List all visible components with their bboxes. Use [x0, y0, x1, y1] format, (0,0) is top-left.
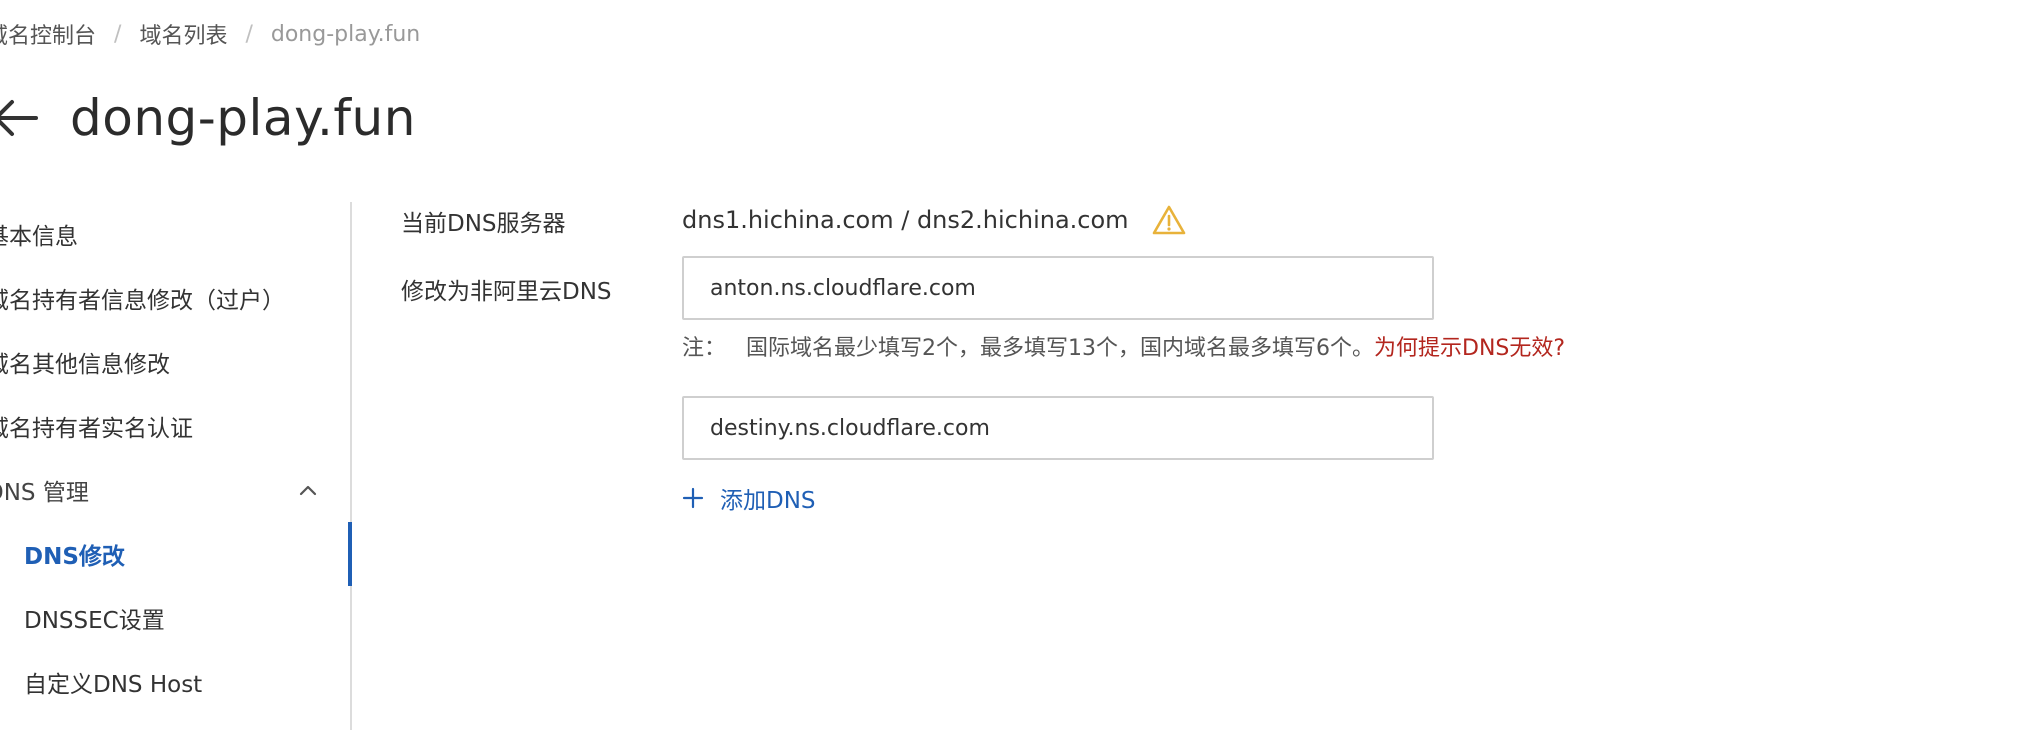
breadcrumb-domain-list[interactable]: 域名列表 — [139, 18, 227, 50]
note-label: 注： — [682, 336, 727, 361]
sidebar-item-basic-info[interactable]: 基本信息 — [0, 214, 78, 254]
note-text: 国际域名最少填写2个，最多填写13个，国内域名最多填写6个。 — [746, 336, 1375, 361]
current-dns-value: dns1.hichina.com / dns2.hichina.com — [682, 206, 1129, 234]
dns-input-2[interactable] — [682, 396, 1434, 460]
sidebar-item-real-name-auth[interactable]: 域名持有者实名认证 — [0, 406, 193, 446]
add-dns-label: 添加DNS — [720, 488, 816, 514]
sidebar-group-dns-management[interactable]: DNS 管理 — [0, 470, 336, 510]
breadcrumb-separator: / — [114, 21, 122, 47]
sidebar-active-indicator — [348, 522, 352, 586]
page-header: dong-play.fun — [0, 78, 416, 158]
plus-icon — [682, 487, 704, 509]
back-button[interactable] — [0, 90, 48, 146]
breadcrumb-domain-console[interactable]: 域名控制台 — [0, 18, 96, 50]
breadcrumb-current-domain: dong-play.fun — [270, 21, 421, 47]
sidebar-item-dns-modify[interactable]: DNS修改 — [24, 534, 125, 574]
page-title: dong-play.fun — [70, 89, 416, 147]
chevron-up-icon — [298, 483, 318, 497]
breadcrumb-separator: / — [245, 21, 253, 47]
sidebar-item-custom-dns-host[interactable]: 自定义DNS Host — [24, 662, 202, 702]
dns-input-1[interactable] — [682, 256, 1434, 320]
current-dns-label: 当前DNS服务器 — [401, 211, 566, 237]
breadcrumb: 域名控制台 / 域名列表 / dong-play.fun — [0, 16, 420, 52]
invalid-dns-help-link[interactable]: 为何提示DNS无效? — [1374, 330, 1565, 362]
sidebar-group-label: DNS 管理 — [0, 480, 89, 506]
sidebar: 基本信息 域名持有者信息修改（过户） 域名其他信息修改 域名持有者实名认证 DN… — [0, 202, 352, 730]
current-dns-value-row: dns1.hichina.com / dns2.hichina.com — [682, 200, 1187, 240]
arrow-left-icon — [0, 100, 38, 136]
dns-note: 注： 国际域名最少填写2个，最多填写13个，国内域名最多填写6个。 为何提示DN… — [682, 328, 1565, 364]
sidebar-item-holder-transfer[interactable]: 域名持有者信息修改（过户） — [0, 278, 285, 318]
modify-dns-label: 修改为非阿里云DNS — [401, 279, 612, 305]
sidebar-item-dnssec-settings[interactable]: DNSSEC设置 — [24, 598, 165, 638]
sidebar-item-other-info[interactable]: 域名其他信息修改 — [0, 342, 170, 382]
add-dns-button[interactable]: 添加DNS — [682, 478, 816, 518]
warning-triangle-icon[interactable] — [1151, 204, 1187, 236]
